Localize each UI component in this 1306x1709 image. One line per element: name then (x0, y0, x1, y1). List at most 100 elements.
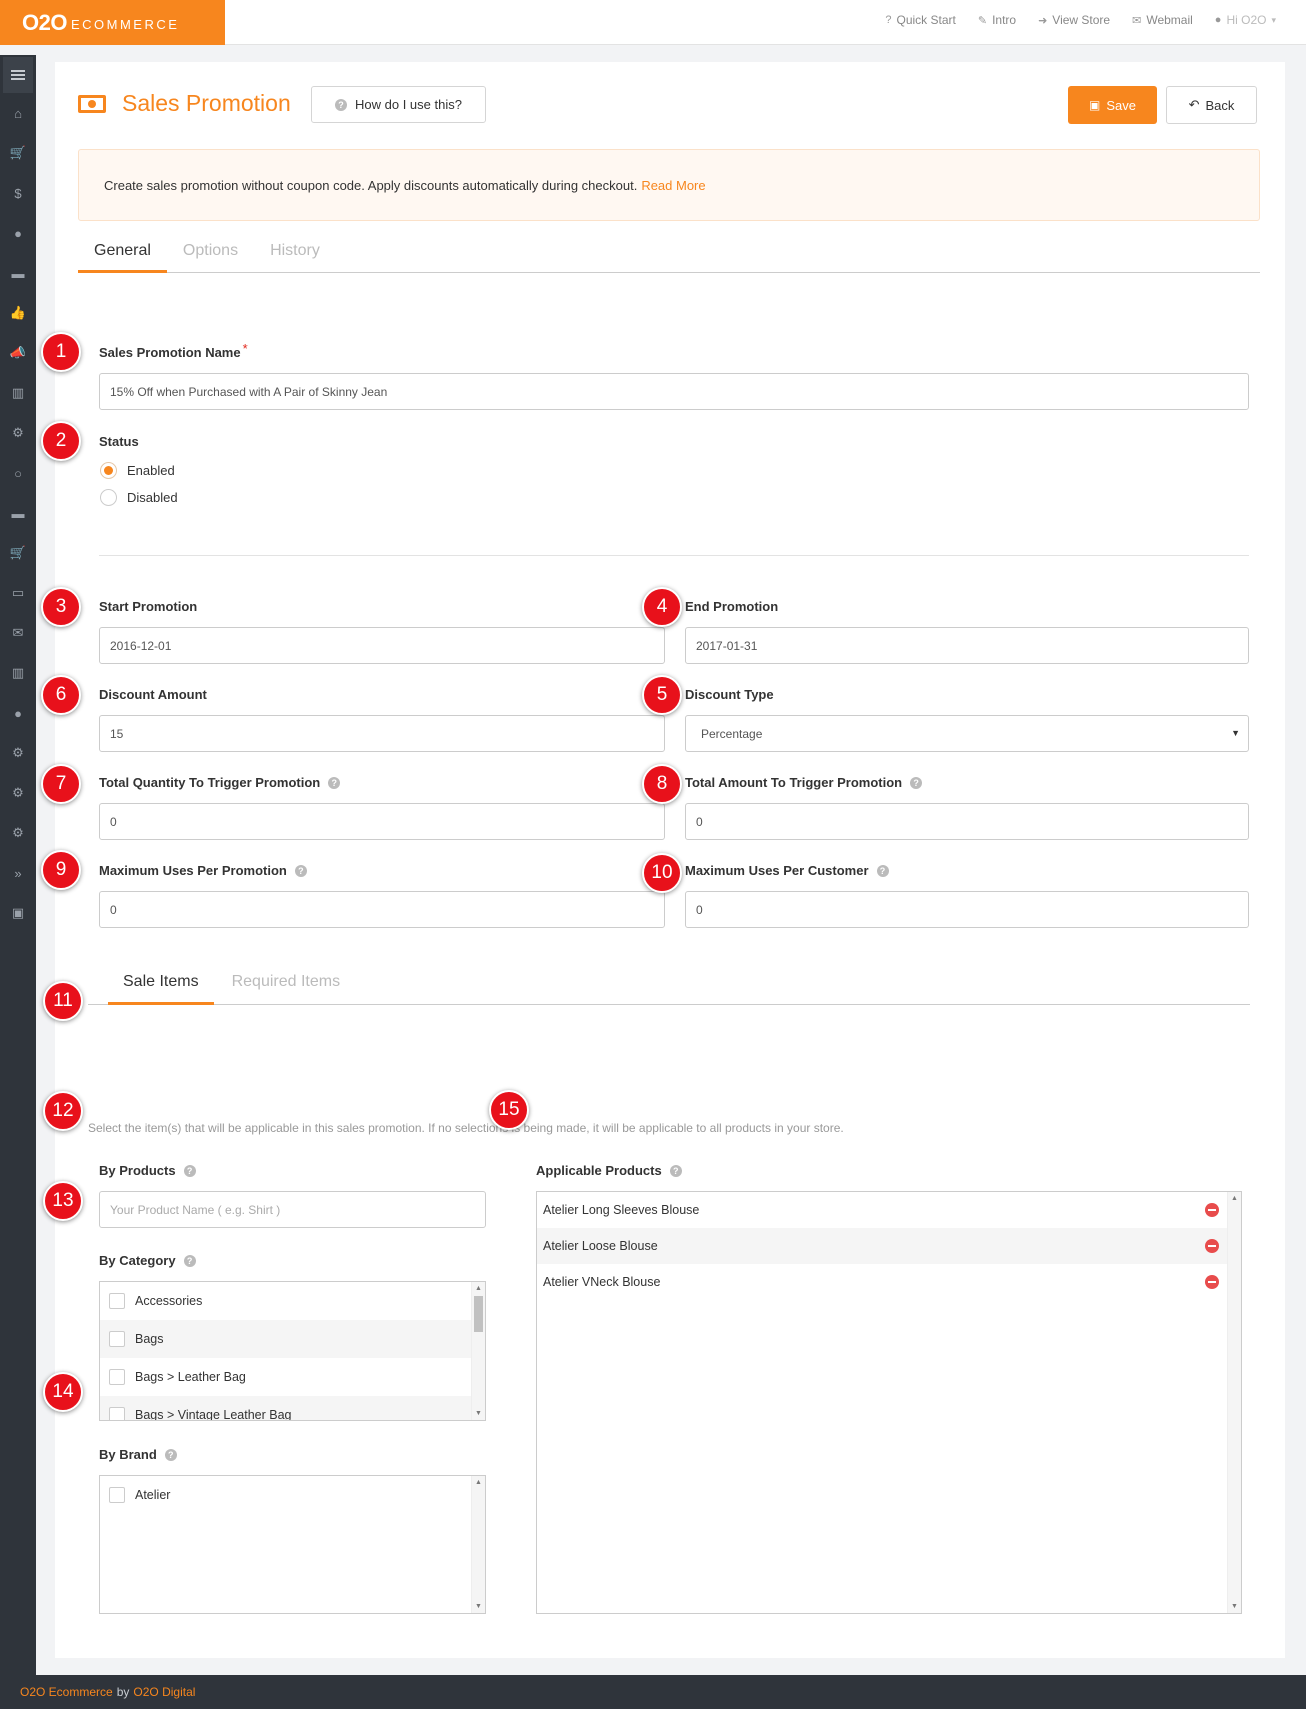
category-checkbox[interactable] (109, 1407, 125, 1420)
category-checkbox[interactable] (109, 1331, 125, 1347)
sidebar-item-globe[interactable]: ● (0, 693, 36, 733)
footer: O2O Ecommerce by O2O Digital (0, 1675, 1306, 1709)
applicable-products-list[interactable]: Atelier Long Sleeves Blouse Atelier Loos… (536, 1191, 1242, 1614)
sidebar-item-bar-chart[interactable]: ▥ (0, 653, 36, 693)
footer-brand-link[interactable]: O2O Ecommerce (20, 1685, 113, 1699)
list-item[interactable]: Bags (100, 1320, 485, 1358)
webmail-link[interactable]: ✉ Webmail (1132, 13, 1193, 27)
applicable-scrollbar[interactable]: ▲ ▼ (1227, 1192, 1241, 1613)
category-scrollbar[interactable]: ▲ ▼ (471, 1282, 485, 1420)
total-amount-input[interactable]: 0 (685, 803, 1249, 840)
sidebar-item-book[interactable]: ▬ (0, 493, 36, 533)
discount-type-select[interactable]: Percentage ▼ (685, 715, 1249, 752)
brand-logo[interactable]: O2O ECOMMERCE (0, 0, 225, 45)
sidebar-item-megaphone[interactable]: 📣 (0, 333, 36, 373)
cogs-icon: ⚙ (12, 825, 24, 840)
enabled-radio[interactable] (100, 462, 117, 479)
list-item[interactable]: Bags > Leather Bag (100, 1358, 485, 1396)
image-icon: ▣ (11, 905, 25, 920)
save-button[interactable]: ▣ Save (1068, 86, 1157, 124)
sidebar-item-forward[interactable]: » (0, 853, 36, 893)
start-promotion-input[interactable]: 2016-12-01 (99, 627, 665, 664)
brand-scrollbar[interactable]: ▲ ▼ (471, 1476, 485, 1613)
scroll-down-icon[interactable]: ▼ (475, 1603, 482, 1610)
tab-options[interactable]: Options (167, 232, 254, 273)
sidebar-item-book[interactable]: ▬ (0, 253, 36, 293)
read-more-link[interactable]: Read More (641, 178, 705, 193)
user-menu[interactable]: ● Hi O2O ▾ (1215, 13, 1276, 27)
back-button[interactable]: ↶ Back (1166, 86, 1257, 124)
scroll-up-icon[interactable]: ▲ (1231, 1195, 1238, 1202)
remove-icon[interactable] (1205, 1239, 1219, 1253)
sidebar-item-menu[interactable] (3, 57, 33, 93)
sidebar-item-cart[interactable]: 🛒 (0, 133, 36, 173)
tab-sale-items[interactable]: Sale Items (108, 963, 214, 1005)
sidebar-item-comment[interactable]: ○ (0, 453, 36, 493)
tab-history[interactable]: History (254, 232, 336, 273)
status-disabled-option[interactable]: Disabled (100, 489, 178, 506)
scroll-up-icon[interactable]: ▲ (475, 1285, 482, 1292)
help-button[interactable]: ? How do I use this? (311, 86, 486, 123)
view-store-link[interactable]: ➜ View Store (1038, 13, 1110, 27)
tab-required-items[interactable]: Required Items (217, 963, 356, 1005)
sidebar-item-bar-chart[interactable]: ▥ (0, 373, 36, 413)
help-icon[interactable]: ? (669, 1164, 682, 1177)
category-checkbox[interactable] (109, 1369, 125, 1385)
help-icon[interactable]: ? (910, 776, 923, 789)
scroll-down-icon[interactable]: ▼ (1231, 1603, 1238, 1610)
footer-company-link[interactable]: O2O Digital (133, 1685, 195, 1699)
status-enabled-option[interactable]: Enabled (100, 462, 175, 479)
discount-amount-input[interactable]: 15 (99, 715, 665, 752)
brand-list[interactable]: Atelier ▲ ▼ (99, 1475, 486, 1614)
brand-checkbox[interactable] (109, 1487, 125, 1503)
list-item[interactable]: Atelier VNeck Blouse (537, 1264, 1241, 1300)
tab-general[interactable]: General (78, 232, 167, 273)
sidebar-item-money[interactable]: ▭ (0, 573, 36, 613)
annotation-badge: 10 (642, 853, 682, 893)
help-icon[interactable]: ? (164, 1448, 177, 1461)
sidebar-item-gear[interactable]: ⚙ (0, 733, 36, 773)
sidebar-item-dollar[interactable]: $ (0, 173, 36, 213)
help-icon[interactable]: ? (328, 776, 341, 789)
disabled-radio[interactable] (100, 489, 117, 506)
question-icon: ? (335, 98, 348, 111)
name-input[interactable]: 15% Off when Purchased with A Pair of Sk… (99, 373, 1249, 410)
total-quantity-input[interactable]: 0 (99, 803, 665, 840)
sidebar-item-cogs[interactable]: ⚙ (0, 413, 36, 453)
sidebar-item-user[interactable]: ● (0, 213, 36, 253)
end-promotion-input[interactable]: 2017-01-31 (685, 627, 1249, 664)
list-item[interactable]: Atelier (100, 1476, 485, 1514)
list-item[interactable]: Bags > Vintage Leather Bag (100, 1396, 485, 1420)
help-icon[interactable]: ? (294, 864, 307, 877)
scroll-thumb[interactable] (474, 1296, 483, 1332)
list-item[interactable]: Atelier Loose Blouse (537, 1228, 1241, 1264)
gear-icon: ⚙ (12, 785, 24, 800)
help-icon[interactable]: ? (876, 864, 889, 877)
sidebar-item-home[interactable]: ⌂ (0, 93, 36, 133)
max-uses-customer-input[interactable]: 0 (685, 891, 1249, 928)
quick-start-link[interactable]: ? Quick Start (885, 13, 955, 27)
sidebar-item-cart[interactable]: 🛒 (0, 533, 36, 573)
by-products-label-text: By Products (99, 1163, 176, 1178)
list-item[interactable]: Atelier Long Sleeves Blouse (537, 1192, 1241, 1228)
sidebar-item-cogs[interactable]: ⚙ (0, 813, 36, 853)
remove-icon[interactable] (1205, 1203, 1219, 1217)
max-uses-promotion-input[interactable]: 0 (99, 891, 665, 928)
remove-icon[interactable] (1205, 1275, 1219, 1289)
product-search-input[interactable]: Your Product Name ( e.g. Shirt ) (99, 1191, 486, 1228)
sidebar-item-gear[interactable]: ⚙ (0, 773, 36, 813)
sidebar-item-thumbs-up[interactable]: 👍 (0, 293, 36, 333)
scroll-down-icon[interactable]: ▼ (475, 1410, 482, 1417)
intro-link[interactable]: ✎ Intro (978, 13, 1016, 27)
help-icon[interactable]: ? (183, 1164, 196, 1177)
category-checkbox[interactable] (109, 1293, 125, 1309)
start-promotion-label: Start Promotion (99, 599, 198, 614)
scroll-up-icon[interactable]: ▲ (475, 1479, 482, 1486)
forward-icon: » (14, 865, 22, 881)
sidebar-item-image[interactable]: ▣ (0, 893, 36, 933)
category-list[interactable]: Accessories Bags Bags > Leather Bag Bags… (99, 1281, 486, 1421)
total-amount-label: Total Amount To Trigger Promotion ? (685, 775, 923, 790)
sidebar-item-envelope[interactable]: ✉ (0, 613, 36, 653)
help-icon[interactable]: ? (183, 1254, 196, 1267)
list-item[interactable]: Accessories (100, 1282, 485, 1320)
